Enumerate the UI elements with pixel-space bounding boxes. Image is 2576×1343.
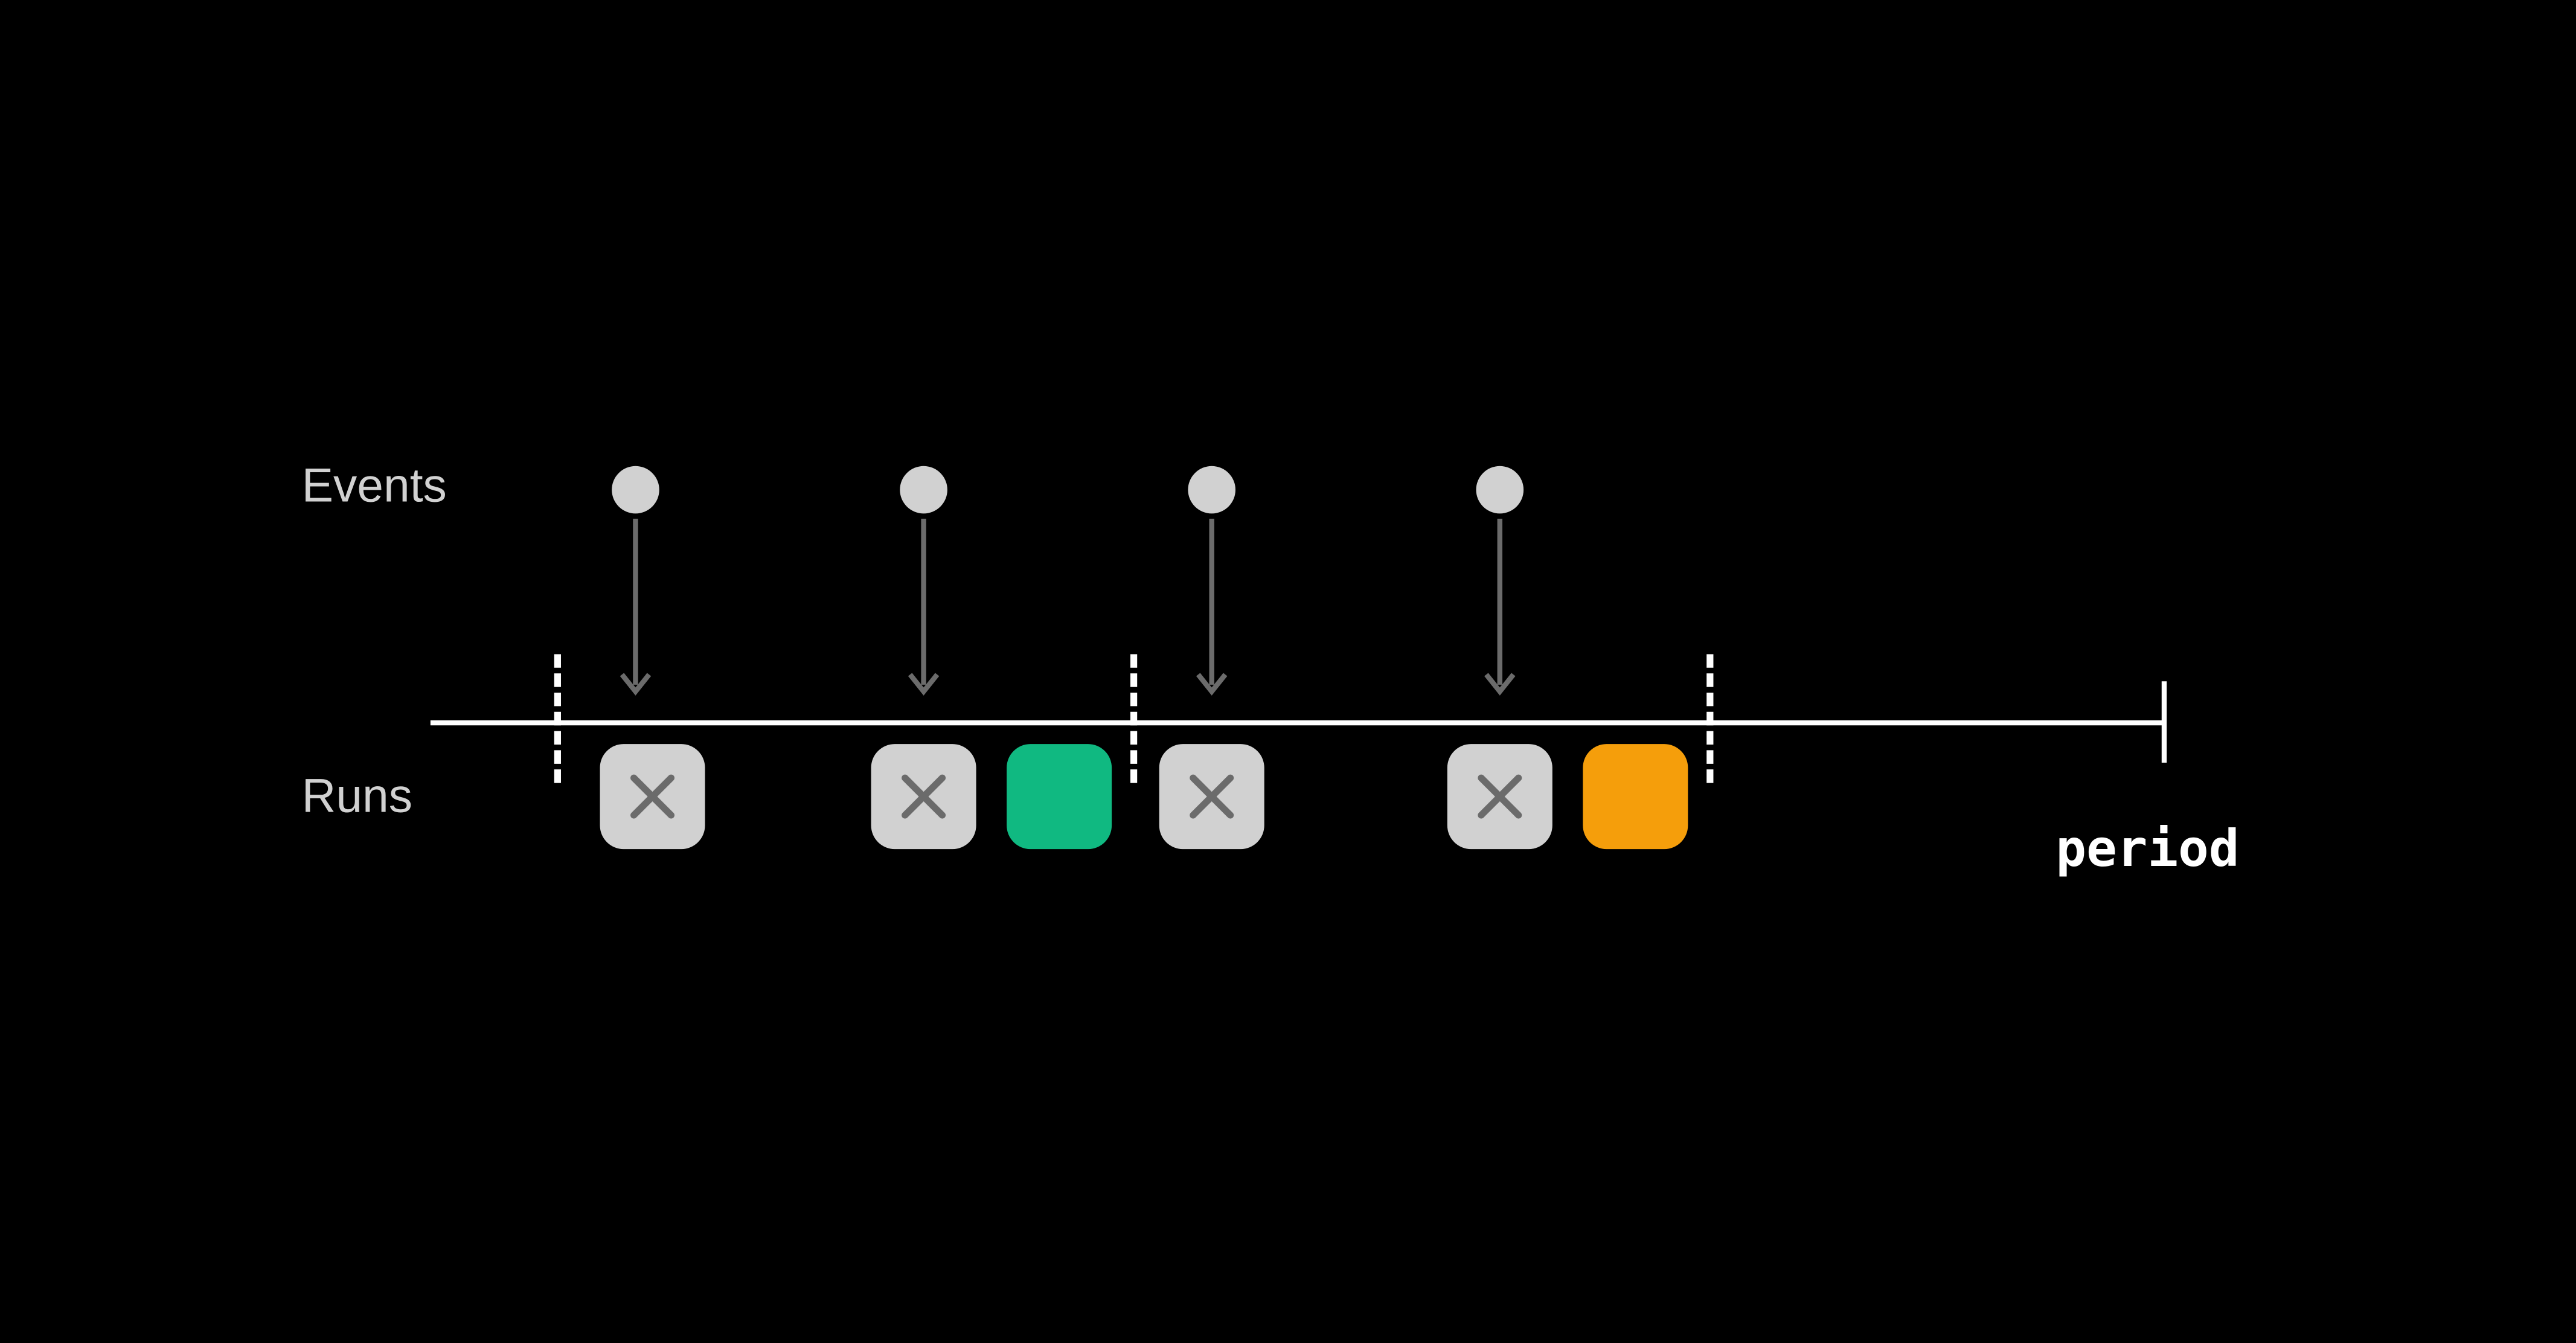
arrow-down-icon <box>1195 519 1229 714</box>
event-dot <box>612 466 659 514</box>
arrow-down-icon <box>618 519 652 714</box>
run-success <box>1007 744 1112 849</box>
runs-label: Runs <box>302 769 412 824</box>
period-marker <box>1706 654 1713 783</box>
event-dot <box>900 466 947 514</box>
x-icon <box>1471 768 1528 825</box>
run-cancelled <box>871 744 976 849</box>
arrow-down-icon <box>907 519 941 714</box>
period-marker <box>1130 654 1137 783</box>
timeline-axis-end <box>2162 681 2167 763</box>
period-marker <box>554 654 561 783</box>
run-cancelled <box>1447 744 1552 849</box>
run-cancelled <box>1159 744 1264 849</box>
diagram-canvas: Events Runs period <box>0 0 2576 1342</box>
period-label: period <box>2055 820 2239 879</box>
events-label: Events <box>302 460 447 514</box>
x-icon <box>895 768 952 825</box>
x-icon <box>1183 768 1240 825</box>
arrow-down-icon <box>1483 519 1517 714</box>
event-dot <box>1476 466 1524 514</box>
run-cancelled <box>600 744 705 849</box>
timeline-axis <box>431 720 2164 725</box>
x-icon <box>624 768 681 825</box>
event-dot <box>1188 466 1235 514</box>
run-pending <box>1583 744 1688 849</box>
